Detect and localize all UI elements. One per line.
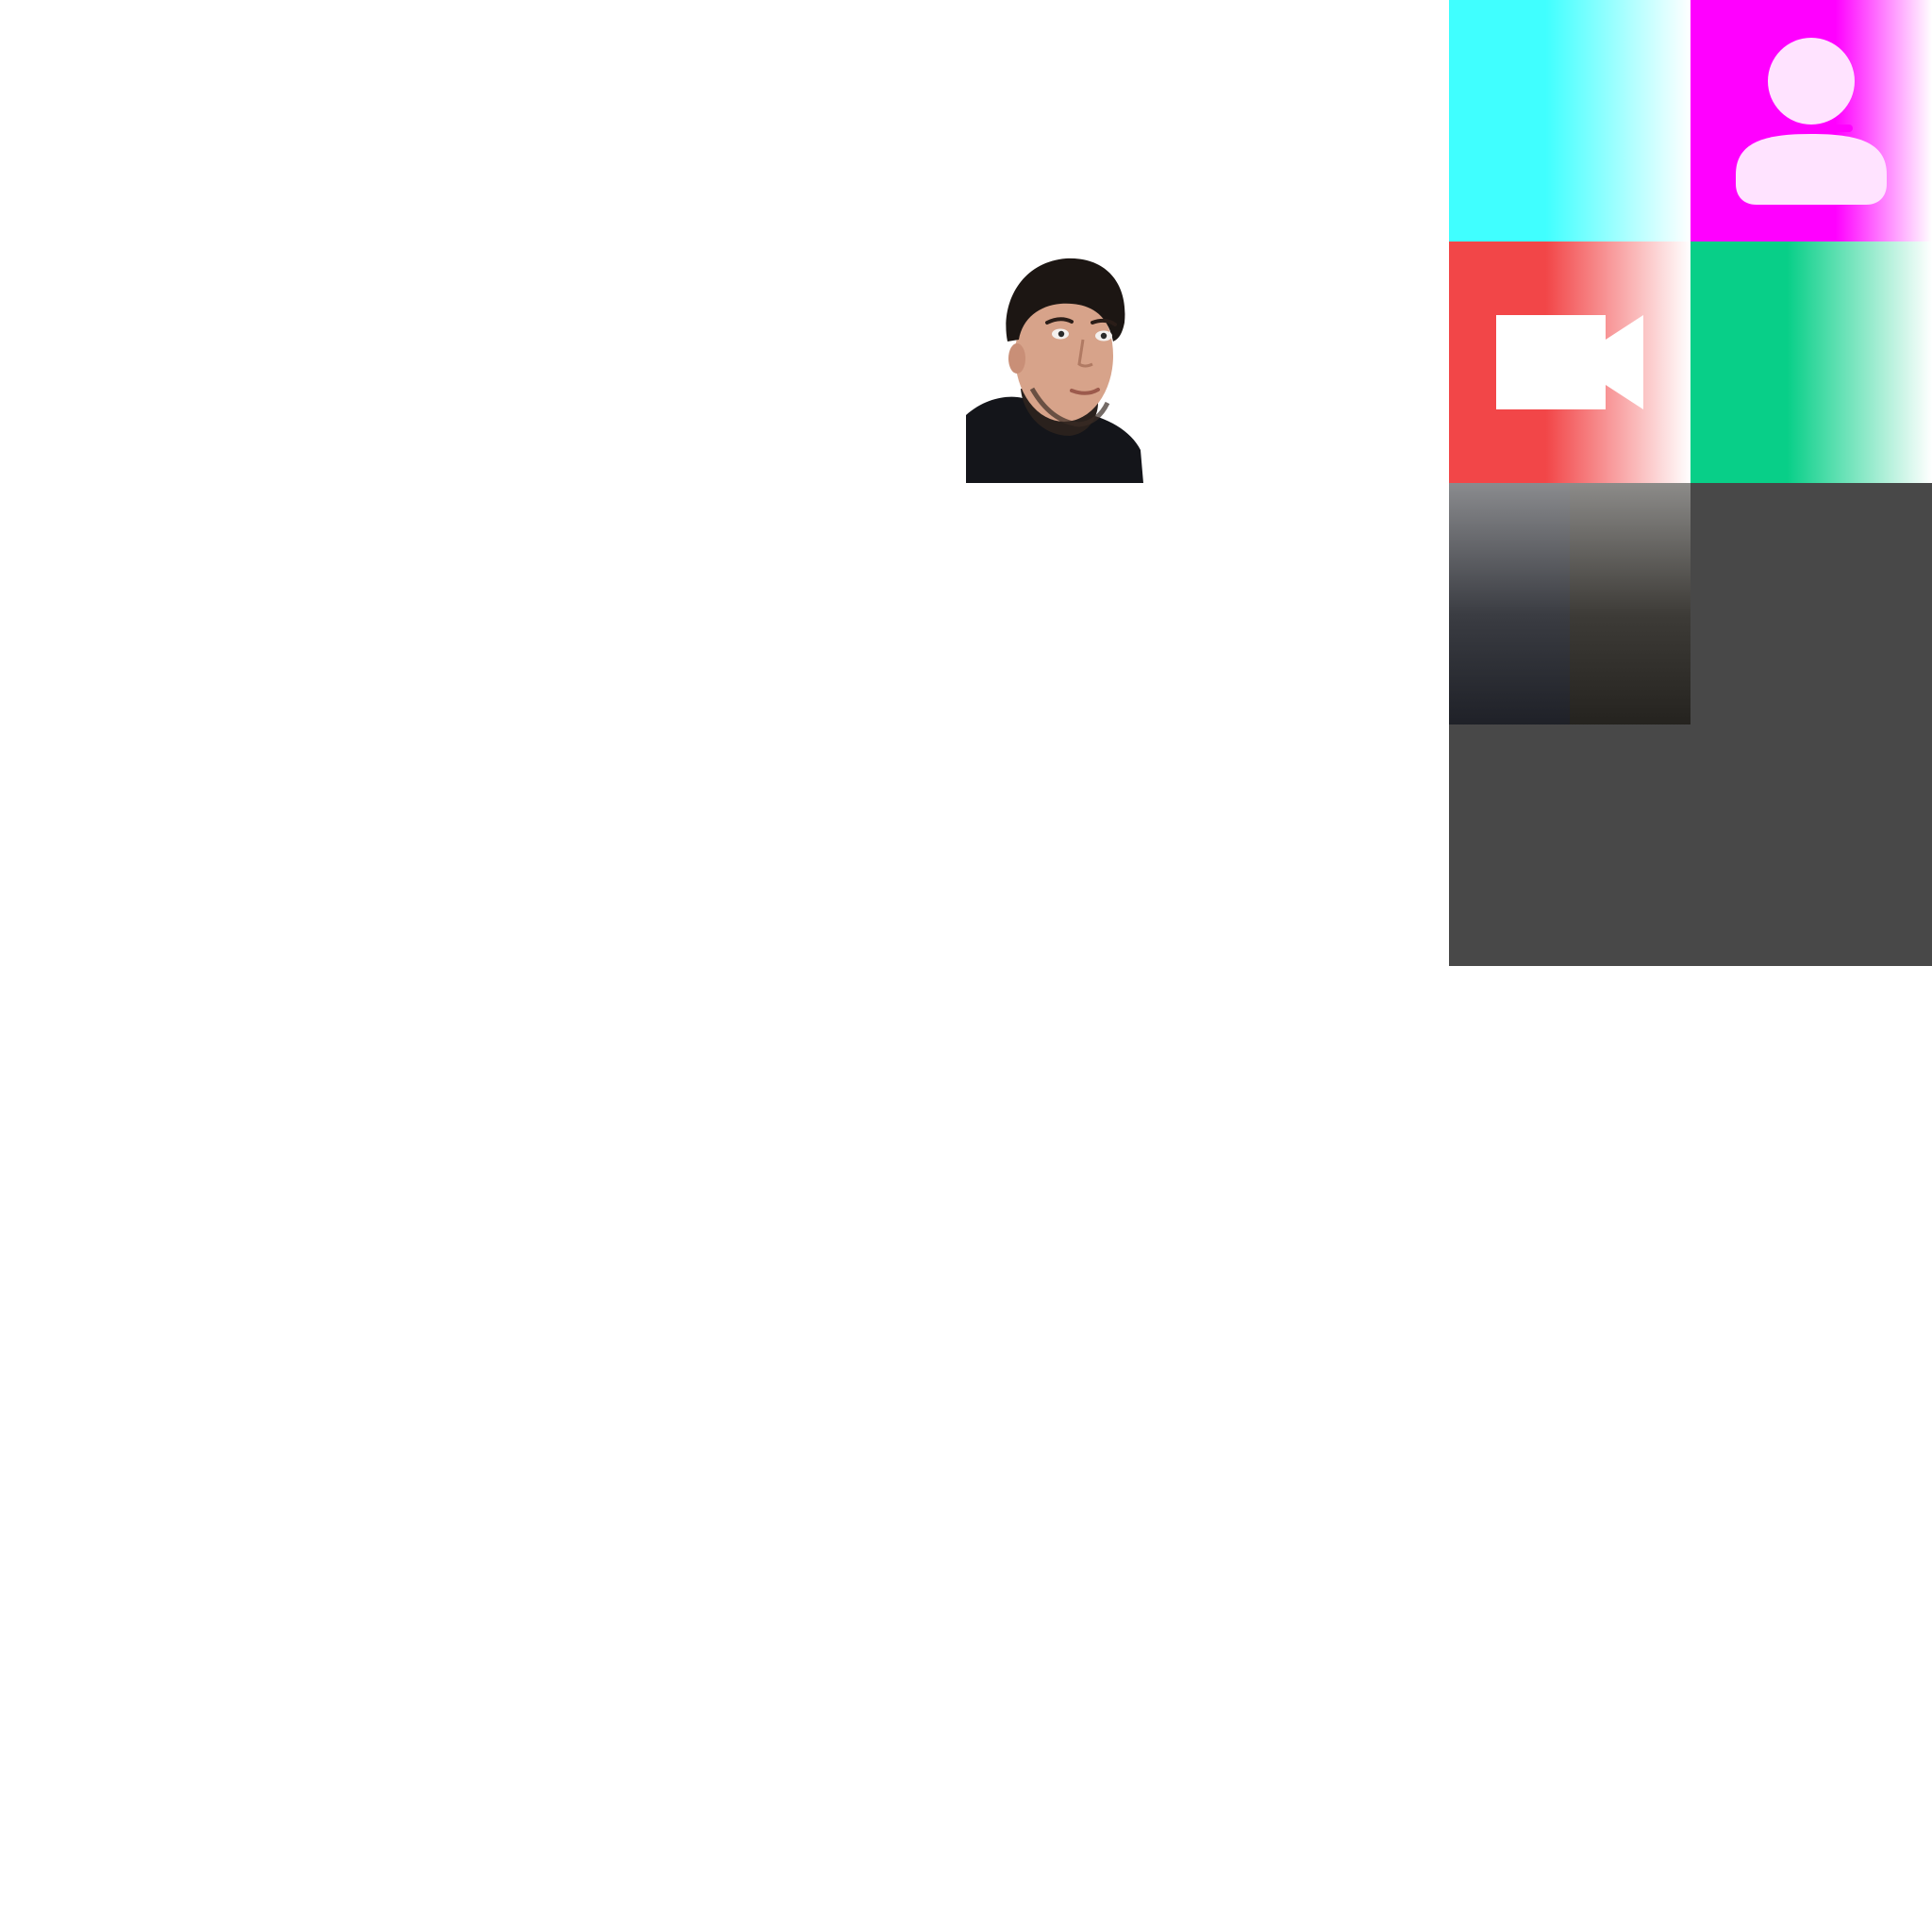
- tile-slate-a[interactable]: [1449, 483, 1570, 724]
- person-photo-icon: [966, 258, 1143, 483]
- person-portrait: [966, 247, 1143, 483]
- tile-magenta[interactable]: [1690, 0, 1932, 242]
- tile-green[interactable]: [1690, 242, 1932, 483]
- tile-slate-b[interactable]: [1570, 483, 1690, 724]
- tile-cyan[interactable]: [1449, 0, 1690, 242]
- user-icon: [1690, 0, 1932, 242]
- video-camera-icon: [1449, 242, 1690, 483]
- panel-dark-bottom: [1449, 724, 1932, 966]
- panel-dark-right: [1690, 483, 1932, 724]
- tile-red[interactable]: [1449, 242, 1690, 483]
- canvas: [0, 0, 1932, 1932]
